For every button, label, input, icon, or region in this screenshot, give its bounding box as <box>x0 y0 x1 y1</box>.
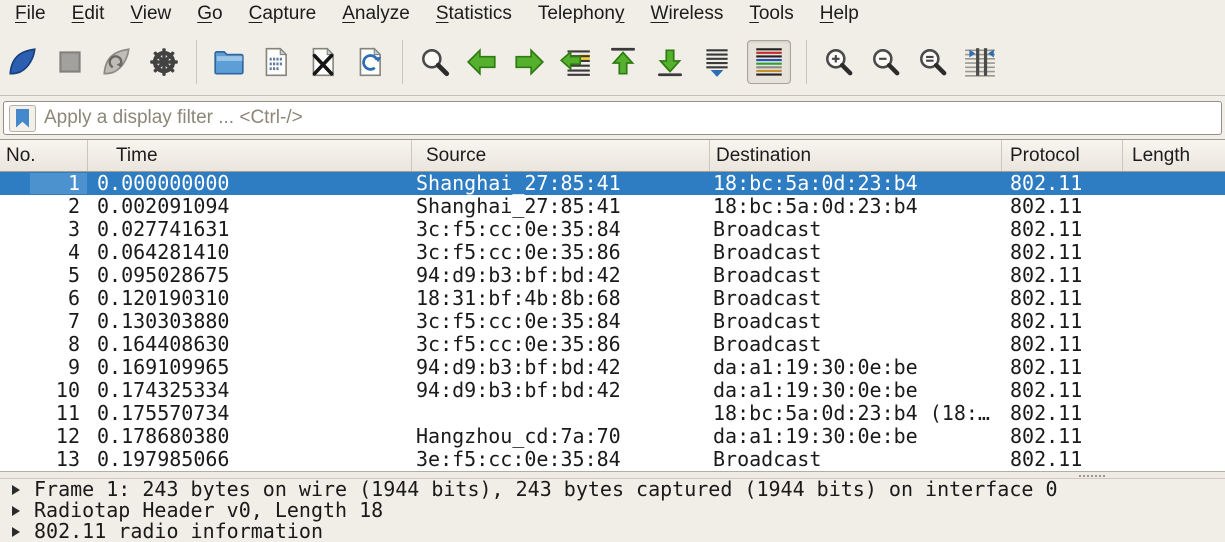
go-back-icon[interactable] <box>465 45 499 79</box>
save-file-icon[interactable] <box>259 45 293 79</box>
packet-row[interactable]: 50.09502867594:d9:b3:bf:bd:42Broadcast80… <box>0 264 1225 287</box>
menu-tools[interactable]: Tools <box>736 0 806 28</box>
packet-row[interactable]: 20.002091094Shanghai_27:85:4118:bc:5a:0d… <box>0 195 1225 218</box>
colorize-packets-icon[interactable] <box>747 40 791 84</box>
packet-rows: 10.000000000Shanghai_27:85:4118:bc:5a:0d… <box>0 172 1225 471</box>
detail-text: Frame 1: 243 bytes on wire (1944 bits), … <box>34 479 1058 500</box>
find-packet-icon[interactable] <box>418 45 452 79</box>
expand-arrow-icon[interactable] <box>12 485 20 495</box>
zoom-in-icon[interactable] <box>822 45 856 79</box>
zoom-out-icon[interactable] <box>869 45 903 79</box>
menu-analyze[interactable]: Analyze <box>329 0 423 28</box>
packet-row[interactable]: 90.16910996594:d9:b3:bf:bd:42da:a1:19:30… <box>0 356 1225 379</box>
toolbar-separator <box>402 40 403 84</box>
column-header-destination[interactable]: Destination <box>710 140 1002 171</box>
column-header-time[interactable]: Time <box>88 140 412 171</box>
splitter-grip-icon[interactable] <box>1078 474 1106 477</box>
filter-toolbar: Apply a display filter ... <Ctrl-/> <box>0 96 1225 140</box>
close-file-icon[interactable] <box>306 45 340 79</box>
packet-list-header: No. Time Source Destination Protocol Len… <box>0 140 1225 172</box>
menu-statistics[interactable]: Statistics <box>423 0 525 28</box>
expand-arrow-icon[interactable] <box>12 527 20 537</box>
toolbar-separator <box>196 40 197 84</box>
column-header-protocol[interactable]: Protocol <box>1002 140 1123 171</box>
start-capture-icon[interactable] <box>6 45 40 79</box>
go-forward-icon[interactable] <box>512 45 546 79</box>
display-filter-input[interactable]: Apply a display filter ... <Ctrl-/> <box>3 101 1222 135</box>
detail-line-radiotap[interactable]: Radiotap Header v0, Length 18 <box>0 500 1225 521</box>
filter-bookmark-button[interactable] <box>9 105 36 132</box>
packet-detail-pane: Frame 1: 243 bytes on wire (1944 bits), … <box>0 479 1225 542</box>
column-header-source[interactable]: Source <box>412 140 710 171</box>
packet-row[interactable]: 30.0277416313c:f5:cc:0e:35:84Broadcast80… <box>0 218 1225 241</box>
expand-arrow-icon[interactable] <box>12 506 20 516</box>
packet-row[interactable]: 10.000000000Shanghai_27:85:4118:bc:5a:0d… <box>0 172 1225 195</box>
pane-splitter[interactable] <box>0 471 1225 479</box>
bookmark-icon <box>16 109 29 128</box>
restart-capture-icon[interactable] <box>100 45 134 79</box>
packet-list: No. Time Source Destination Protocol Len… <box>0 140 1225 471</box>
auto-scroll-icon[interactable] <box>700 45 734 79</box>
resize-columns-icon[interactable] <box>963 45 997 79</box>
detail-text: 802.11 radio information <box>34 521 323 542</box>
menu-edit[interactable]: Edit <box>59 0 118 28</box>
menu-go[interactable]: Go <box>184 0 235 28</box>
wireshark-window: File Edit View Go Capture Analyze Statis… <box>0 0 1225 542</box>
menu-view[interactable]: View <box>117 0 184 28</box>
detail-text: Radiotap Header v0, Length 18 <box>34 500 383 521</box>
zoom-original-icon[interactable] <box>916 45 950 79</box>
menu-capture[interactable]: Capture <box>236 0 330 28</box>
go-last-icon[interactable] <box>653 45 687 79</box>
menu-help[interactable]: Help <box>807 0 872 28</box>
main-toolbar <box>0 28 1225 96</box>
menu-wireless[interactable]: Wireless <box>638 0 737 28</box>
packet-row[interactable]: 100.17432533494:d9:b3:bf:bd:42da:a1:19:3… <box>0 379 1225 402</box>
detail-line-frame[interactable]: Frame 1: 243 bytes on wire (1944 bits), … <box>0 479 1225 500</box>
menu-bar: File Edit View Go Capture Analyze Statis… <box>0 0 1225 28</box>
stop-capture-icon[interactable] <box>53 45 87 79</box>
packet-row[interactable]: 120.178680380Hangzhou_cd:7a:70da:a1:19:3… <box>0 425 1225 448</box>
menu-file[interactable]: File <box>2 0 59 28</box>
packet-row[interactable]: 130.1979850663e:f5:cc:0e:35:84Broadcast8… <box>0 448 1225 471</box>
packet-row[interactable]: 80.1644086303c:f5:cc:0e:35:86Broadcast80… <box>0 333 1225 356</box>
reload-file-icon[interactable] <box>353 45 387 79</box>
go-to-packet-icon[interactable] <box>559 45 593 79</box>
column-header-length[interactable]: Length <box>1123 140 1225 171</box>
packet-row[interactable]: 60.12019031018:31:bf:4b:8b:68Broadcast80… <box>0 287 1225 310</box>
go-first-icon[interactable] <box>606 45 640 79</box>
capture-options-icon[interactable] <box>147 45 181 79</box>
packet-row[interactable]: 40.0642814103c:f5:cc:0e:35:86Broadcast80… <box>0 241 1225 264</box>
packet-row[interactable]: 70.1303038803c:f5:cc:0e:35:84Broadcast80… <box>0 310 1225 333</box>
toolbar-separator <box>806 40 807 84</box>
column-header-no[interactable]: No. <box>0 140 88 171</box>
menu-telephony[interactable]: Telephony <box>525 0 638 28</box>
open-file-icon[interactable] <box>212 45 246 79</box>
packet-row[interactable]: 110.17557073418:bc:5a:0d:23:b4 (18:…802.… <box>0 402 1225 425</box>
detail-line-radio-info[interactable]: 802.11 radio information <box>0 521 1225 542</box>
filter-placeholder: Apply a display filter ... <Ctrl-/> <box>44 107 303 129</box>
